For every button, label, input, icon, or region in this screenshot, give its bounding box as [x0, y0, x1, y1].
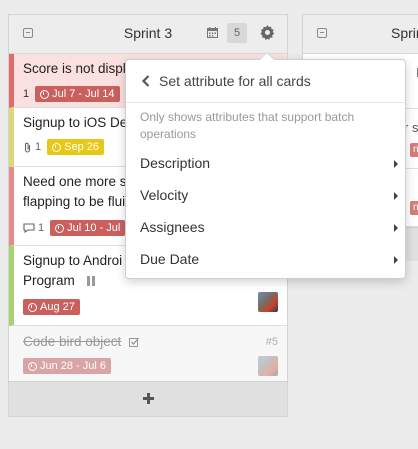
card-title: Code bird object	[23, 334, 122, 349]
date-label: Aug 27	[23, 299, 80, 315]
date-text: Jul 10 - Jul	[67, 222, 121, 234]
chevron-left-icon[interactable]	[141, 75, 151, 87]
date-text: Jun 28 - Jul 6	[40, 360, 107, 372]
batch-attribute-popover: Set attribute for all cards Only shows a…	[125, 52, 406, 279]
menu-item-label: Assignees	[140, 219, 205, 235]
date-label-fragment: n	[410, 201, 418, 215]
menu-item-due-date[interactable]: Due Date	[126, 244, 405, 276]
list-header: Sprint 3 5	[9, 15, 287, 54]
paperclip-icon	[24, 142, 31, 153]
comment-count: 1	[38, 222, 45, 234]
date-label: Jul 10 - Jul	[50, 220, 126, 236]
gear-icon[interactable]	[260, 25, 275, 40]
attachment-count: 1	[35, 141, 42, 153]
card-title: Score is not displ	[23, 61, 126, 76]
card-fragment: r s	[404, 120, 418, 135]
card-meta: 1 Jul 10 - Jul	[23, 220, 126, 236]
list-header: Sprin	[303, 15, 418, 54]
date-text: Sep 26	[64, 141, 99, 153]
card-title: Signup to Androi	[23, 253, 123, 268]
collapse-icon[interactable]	[317, 28, 327, 38]
card-meta: Aug 27	[23, 299, 80, 315]
clock-icon	[40, 89, 50, 99]
menu-item-label: Velocity	[140, 187, 189, 203]
issue-number: #5	[265, 336, 278, 348]
menu-item-label: Due Date	[140, 251, 200, 267]
caret-right-icon	[394, 256, 398, 264]
card[interactable]: Code bird object #5 Jun 28 - Jul 6	[9, 326, 287, 382]
card-meta: 1 Jul 7 - Jul 14	[23, 86, 120, 102]
caret-right-icon	[394, 160, 398, 168]
comment-icon	[23, 223, 35, 233]
date-label: Jun 28 - Jul 6	[23, 358, 112, 374]
card-title: Signup to iOS Dev	[23, 115, 135, 130]
date-label: Sep 26	[47, 139, 104, 155]
list-title: Sprin	[391, 25, 418, 41]
avatar[interactable]	[258, 356, 278, 376]
board: Sprint 3 5 Score is not displ 1 Jul 7 - …	[0, 0, 418, 449]
menu-item-velocity[interactable]: Velocity	[126, 180, 405, 212]
card-title-row2: Program	[23, 271, 95, 291]
card-title: Need one more s	[23, 174, 127, 189]
pause-icon	[86, 276, 95, 286]
card-meta: 1 Sep 26	[23, 139, 104, 155]
attachments: 1	[23, 141, 41, 153]
card-title-row: Code bird object	[23, 332, 140, 352]
date-text: Aug 27	[40, 301, 75, 313]
card-meta: Jun 28 - Jul 6	[23, 358, 112, 374]
popover-title: Set attribute for all cards	[159, 73, 311, 89]
clock-icon	[28, 361, 37, 371]
caret-right-icon	[394, 192, 398, 200]
menu-item-assignees[interactable]: Assignees	[126, 212, 405, 244]
date-text: Jul 7 - Jul 14	[52, 88, 115, 100]
card-title-line2: Program	[23, 273, 75, 288]
plus-icon	[143, 393, 154, 404]
clock-icon	[55, 223, 65, 233]
comments: 1	[23, 222, 44, 234]
menu-item-label: Description	[140, 155, 211, 171]
clock-icon	[52, 142, 62, 152]
date-label: Jul 7 - Jul 14	[35, 86, 120, 102]
popover-header: Set attribute for all cards	[126, 60, 405, 103]
caret-right-icon	[394, 224, 398, 232]
card-count-badge: 5	[227, 23, 247, 43]
menu-item-description[interactable]: Description	[126, 148, 405, 180]
card-meta-prefix: 1	[23, 88, 30, 100]
clock-icon	[28, 302, 37, 312]
popover-hint: Only shows attributes that support batch…	[140, 110, 355, 141]
add-card-button[interactable]	[9, 381, 287, 416]
checkbox-checked-icon	[129, 337, 140, 347]
calendar-icon[interactable]	[207, 27, 218, 38]
avatar[interactable]	[258, 292, 278, 312]
date-label-fragment: n -	[410, 143, 418, 157]
card-title-line2: flapping to be flui	[23, 194, 126, 209]
